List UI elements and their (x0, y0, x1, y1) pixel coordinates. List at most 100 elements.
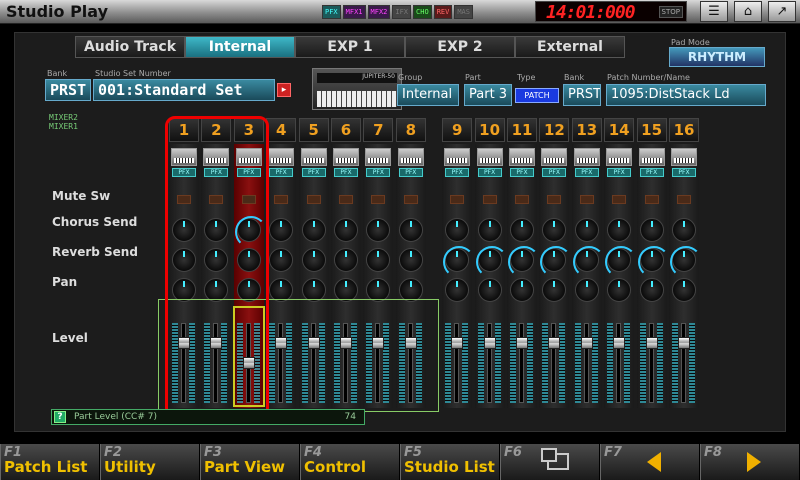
chorus-send-knob[interactable] (269, 218, 294, 242)
tab-exp1[interactable]: EXP 1 (295, 36, 405, 58)
chorus-send-knob[interactable] (477, 218, 502, 242)
part-number-button[interactable]: 16 (669, 118, 699, 142)
part-thumbnail[interactable] (573, 148, 600, 166)
part-thumbnail[interactable] (365, 148, 392, 166)
mute-switch[interactable] (274, 195, 289, 204)
fx-cho-indicator[interactable]: CHO (413, 5, 432, 19)
pfx-tag[interactable]: PFX (574, 168, 599, 177)
mute-switch[interactable] (612, 195, 627, 204)
pfx-tag[interactable]: PFX (510, 168, 534, 177)
part-number-button[interactable]: 5 (298, 118, 329, 142)
reverb-send-knob[interactable] (670, 246, 702, 278)
chorus-send-knob[interactable] (398, 218, 423, 242)
f5-studio-list-button[interactable]: F5 Studio List (400, 444, 500, 480)
pan-knob[interactable] (510, 278, 534, 302)
chorus-send-knob[interactable] (607, 218, 632, 242)
part-thumbnail[interactable] (397, 148, 424, 166)
group-field[interactable]: Internal (397, 84, 459, 106)
pfx-tag[interactable]: PFX (269, 168, 294, 177)
tab-internal[interactable]: Internal (185, 36, 295, 58)
f2-utility-button[interactable]: F2 Utility (100, 444, 200, 480)
reverb-send-knob[interactable] (605, 246, 638, 278)
fader-track[interactable] (616, 323, 622, 403)
pan-knob[interactable] (445, 278, 470, 302)
help-icon[interactable]: ? (54, 411, 66, 423)
level-fader-handle[interactable] (516, 337, 528, 349)
pfx-tag[interactable]: PFX (301, 168, 326, 177)
mute-switch[interactable] (579, 195, 594, 204)
pfx-tag[interactable]: PFX (366, 168, 391, 177)
level-fader-handle[interactable] (580, 337, 593, 349)
part-number-button[interactable]: 4 (266, 118, 297, 142)
chorus-send-knob[interactable] (301, 218, 326, 242)
fx-ifx-indicator[interactable]: IFX (392, 5, 412, 19)
reverb-send-knob[interactable] (398, 248, 423, 272)
level-fader-handle[interactable] (451, 337, 464, 349)
mute-switch[interactable] (482, 195, 497, 204)
f4-control-button[interactable]: F4 Control (300, 444, 400, 480)
mixer1-tag[interactable]: MIXER1 (49, 122, 78, 131)
level-fader-handle[interactable] (548, 337, 561, 349)
tab-exp2[interactable]: EXP 2 (405, 36, 515, 58)
chorus-send-knob[interactable] (445, 218, 470, 242)
part-number-button[interactable]: 8 (395, 118, 426, 142)
f3-part-view-button[interactable]: F3 Part View (200, 444, 300, 480)
mute-switch[interactable] (339, 195, 353, 204)
pan-knob[interactable] (607, 278, 632, 302)
chorus-send-knob[interactable] (639, 218, 664, 242)
part-thumbnail[interactable] (444, 148, 471, 166)
part-number-button[interactable]: 14 (604, 118, 635, 142)
part-thumbnail[interactable] (476, 148, 503, 166)
fader-track[interactable] (551, 323, 557, 403)
type-badge[interactable]: PATCH (515, 88, 559, 103)
tab-external[interactable]: External (515, 36, 625, 58)
home-button[interactable]: ⌂ (734, 1, 762, 22)
fader-track[interactable] (519, 323, 524, 403)
pan-knob[interactable] (639, 278, 664, 302)
chorus-send-knob[interactable] (672, 218, 696, 242)
fader-track[interactable] (583, 323, 589, 403)
f7-prev-button[interactable]: F7 (600, 444, 700, 480)
pan-knob[interactable] (672, 278, 696, 302)
fx-pfx-indicator[interactable]: PFX (322, 5, 341, 19)
level-fader-handle[interactable] (613, 337, 626, 349)
part-thumbnail[interactable] (671, 148, 697, 166)
bank-field[interactable]: PRST (45, 79, 91, 101)
chorus-send-knob[interactable] (334, 218, 358, 242)
part-number-button[interactable]: 10 (474, 118, 505, 142)
fx-rev-indicator[interactable]: REV (433, 5, 453, 19)
reverb-send-knob[interactable] (637, 246, 670, 278)
fx-mas-indicator[interactable]: MAS (454, 5, 473, 19)
pfx-tag[interactable]: PFX (334, 168, 358, 177)
fader-track[interactable] (648, 323, 654, 403)
part-number-button[interactable]: 6 (331, 118, 361, 142)
pfx-tag[interactable]: PFX (672, 168, 696, 177)
reverb-send-knob[interactable] (572, 246, 605, 278)
pfx-tag[interactable]: PFX (639, 168, 664, 177)
level-fader-handle[interactable] (678, 337, 690, 349)
pan-knob[interactable] (477, 278, 502, 302)
tab-audio-track[interactable]: Audio Track (75, 36, 185, 58)
mute-switch[interactable] (450, 195, 465, 204)
f1-patch-list-button[interactable]: F1 Patch List (0, 444, 100, 480)
reverb-send-knob[interactable] (334, 248, 358, 272)
fader-track[interactable] (681, 323, 686, 403)
part-number-button[interactable]: 12 (539, 118, 570, 142)
part-thumbnail[interactable] (509, 148, 535, 166)
pfx-tag[interactable]: PFX (477, 168, 502, 177)
part-thumbnail[interactable] (541, 148, 568, 166)
level-fader-handle[interactable] (645, 337, 658, 349)
part-thumbnail[interactable] (606, 148, 633, 166)
f8-next-button[interactable]: F8 (700, 444, 800, 480)
chorus-send-knob[interactable] (510, 218, 534, 242)
part-thumbnail[interactable] (268, 148, 295, 166)
part-number-button[interactable]: 15 (636, 118, 667, 142)
part-field[interactable]: Part 3 (464, 84, 512, 106)
exit-button[interactable]: ↗ (768, 1, 796, 22)
reverb-send-knob[interactable] (508, 246, 540, 278)
pfx-tag[interactable]: PFX (542, 168, 567, 177)
list-menu-button[interactable]: ☰ (700, 1, 728, 22)
reverb-send-knob[interactable] (443, 246, 476, 278)
part-thumbnail[interactable] (333, 148, 359, 166)
part-number-button[interactable]: 9 (442, 118, 473, 142)
